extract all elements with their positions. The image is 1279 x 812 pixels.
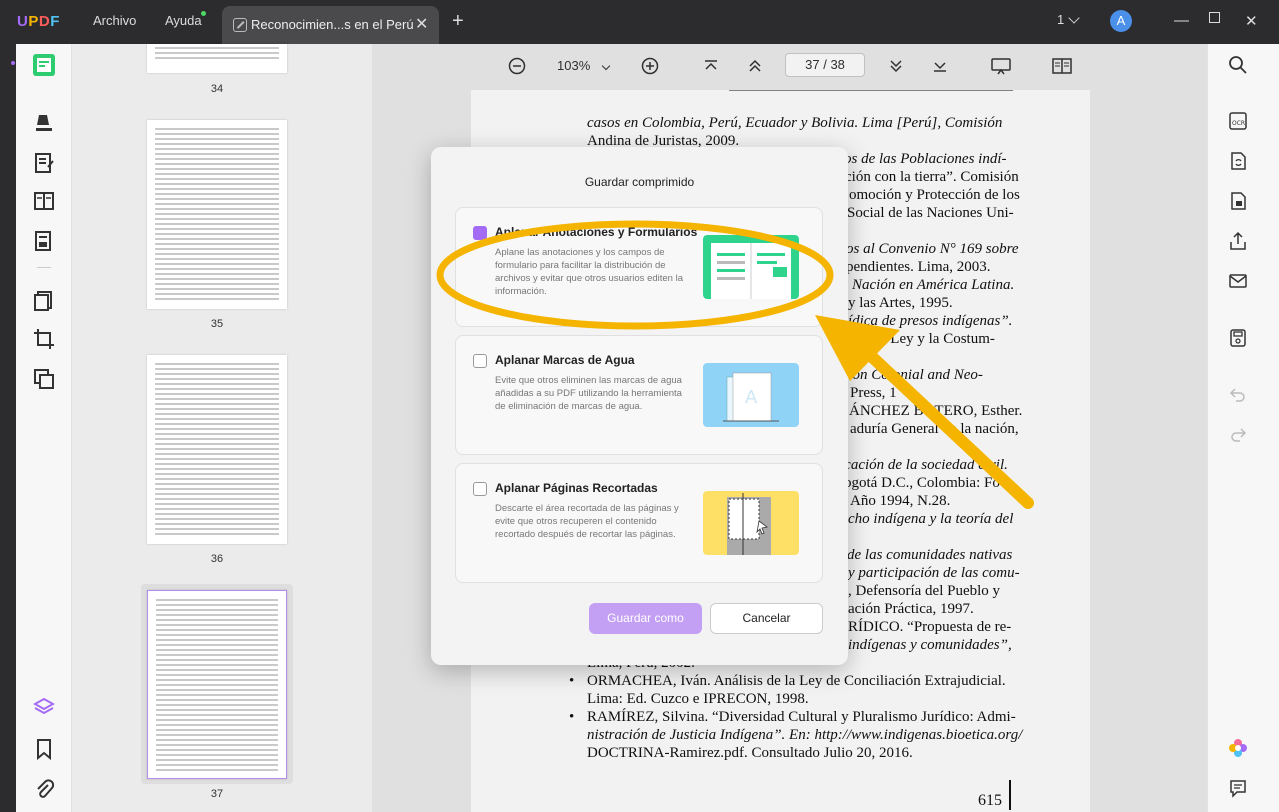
document-tab-title: Reconocimien...s en el Perú (251, 17, 414, 32)
search-icon[interactable] (1228, 55, 1248, 75)
undo-icon[interactable] (1228, 385, 1248, 405)
flatten-cropped-checkbox[interactable] (473, 482, 487, 496)
document-tab[interactable]: Reconocimien...s en el Perú ✕ (222, 6, 439, 44)
maximize-icon[interactable] (1209, 12, 1220, 23)
thumbnail-page-36[interactable] (147, 355, 287, 544)
thumbnail-number: 35 (210, 318, 224, 330)
right-toolbar: OCR (1207, 44, 1279, 812)
protect-icon[interactable] (1228, 191, 1248, 211)
option-description: Aplane las anotaciones y los campos de f… (495, 247, 683, 297)
option-title: Aplanar Páginas Recortadas (495, 481, 658, 495)
comments-icon[interactable] (1228, 778, 1248, 798)
toolbar-divider (37, 267, 51, 268)
annotations-illustration (703, 235, 799, 299)
option-description: Descarte el área recortada de las página… (495, 503, 679, 540)
redo-icon[interactable] (1228, 425, 1248, 445)
ocr-icon[interactable]: OCR (1228, 111, 1248, 131)
comment-highlighter-icon[interactable] (33, 112, 55, 134)
email-icon[interactable] (1228, 271, 1248, 291)
status-dot (11, 61, 15, 65)
thumbnail-page-37[interactable] (147, 590, 287, 779)
flatten-watermarks-checkbox[interactable] (473, 354, 487, 368)
edit-pdf-icon[interactable] (33, 152, 55, 174)
flatten-annotations-checkbox[interactable] (473, 226, 487, 240)
new-tab-icon[interactable]: + (452, 10, 464, 33)
save-as-button[interactable]: Guardar como (589, 603, 702, 634)
left-edge-strip (0, 44, 16, 812)
watermark-illustration: A (703, 363, 799, 427)
updf-logo: UPDF (17, 13, 60, 30)
left-toolbar (16, 44, 72, 812)
organize-pages-icon[interactable] (33, 190, 55, 212)
option-title: Aplanar Anotaciones y Formularios (495, 225, 698, 239)
window-count[interactable]: 1 (1057, 12, 1064, 27)
close-tab-icon[interactable]: ✕ (415, 14, 428, 34)
dialog-title: Guardar comprimido (584, 175, 695, 189)
option-description: Evite que otros eliminen las marcas de a… (495, 375, 682, 412)
minimize-icon[interactable]: — (1174, 12, 1189, 29)
layers-icon[interactable] (33, 697, 55, 719)
option-title: Aplanar Marcas de Agua (495, 353, 635, 367)
thumbnail-page-34[interactable] (147, 44, 287, 73)
option-flatten-annotations[interactable]: Aplanar Anotaciones y Formularios Aplane… (455, 207, 823, 327)
share-icon[interactable] (1228, 231, 1248, 251)
cropped-pages-illustration (703, 491, 799, 555)
chevron-down-icon[interactable] (1068, 12, 1080, 24)
option-flatten-watermarks[interactable]: Aplanar Marcas de Agua Evite que otros e… (455, 335, 823, 455)
cancel-button[interactable]: Cancelar (710, 603, 823, 634)
form-icon[interactable] (33, 230, 55, 252)
thumbnail-page-35[interactable] (147, 120, 287, 309)
svg-text:A: A (745, 387, 758, 408)
document-tab-icon (233, 18, 247, 32)
close-window-icon[interactable]: ✕ (1245, 12, 1258, 30)
menu-archivo[interactable]: Archivo (93, 13, 136, 28)
ai-assistant-icon[interactable] (1228, 738, 1248, 758)
avatar[interactable]: A (1110, 10, 1132, 32)
page-tools-icon[interactable] (33, 290, 55, 312)
title-bar: UPDF Archivo Ayuda Reconocimien...s en e… (0, 0, 1279, 44)
save-compressed-dialog: Guardar comprimido Aplanar Anotaciones y… (431, 147, 848, 665)
save-icon[interactable] (1228, 328, 1248, 348)
crop-icon[interactable] (33, 328, 55, 350)
option-flatten-cropped-pages[interactable]: Aplanar Páginas Recortadas Descarte el á… (455, 463, 823, 583)
svg-text:OCR: OCR (1232, 120, 1245, 127)
convert-icon[interactable] (1228, 151, 1248, 171)
thumbnail-number: 36 (210, 553, 224, 565)
thumbnail-number: 34 (210, 83, 224, 95)
copy-pages-icon[interactable] (33, 368, 55, 390)
reader-icon[interactable] (32, 53, 56, 77)
menu-ayuda[interactable]: Ayuda (165, 13, 202, 28)
notification-dot (201, 11, 206, 16)
bookmark-icon[interactable] (33, 738, 55, 760)
attachment-icon[interactable] (33, 778, 55, 800)
thumbnail-number: 37 (210, 788, 224, 800)
